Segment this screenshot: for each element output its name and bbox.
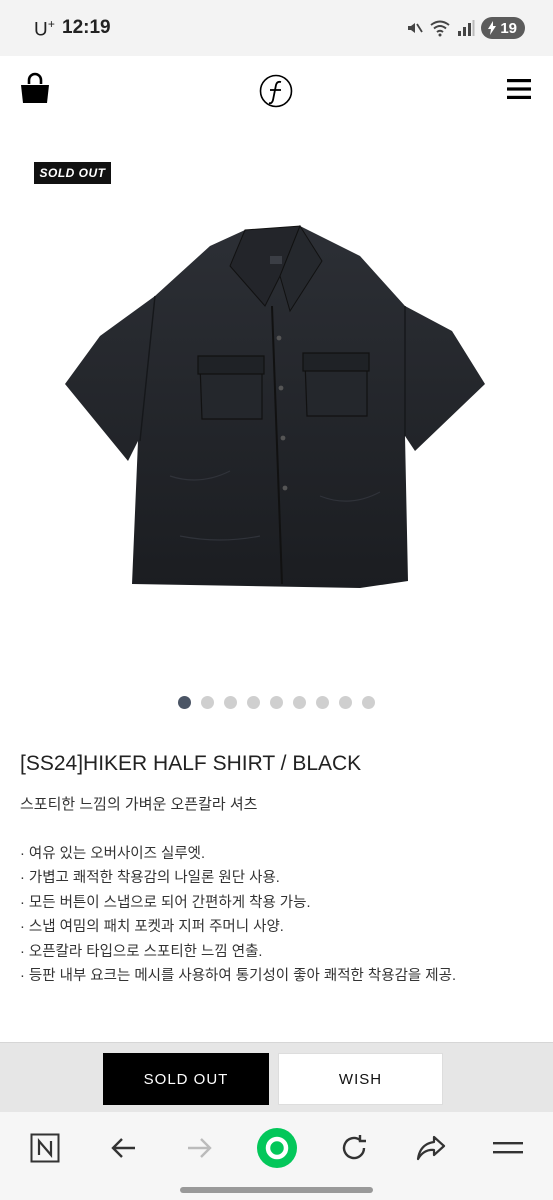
status-bar: U+ 12:19 19 xyxy=(0,0,553,56)
carousel-dot[interactable] xyxy=(224,696,237,709)
carousel-dots xyxy=(0,696,553,710)
feature-item: · 오픈칼라 타입으로 스포티한 느낌 연출. xyxy=(20,943,263,960)
product-shirt-image[interactable] xyxy=(60,216,490,596)
reload-icon[interactable] xyxy=(336,1130,372,1166)
carousel-dot[interactable] xyxy=(316,696,329,709)
share-icon[interactable] xyxy=(413,1130,449,1166)
carousel-dot[interactable] xyxy=(270,696,283,709)
site-header xyxy=(0,56,553,126)
brand-logo-icon[interactable] xyxy=(259,74,293,108)
product-image-carousel[interactable]: SOLD OUT xyxy=(0,126,553,686)
purchase-action-bar: SOLD OUT WISH xyxy=(0,1042,553,1112)
shopping-bag-icon[interactable] xyxy=(20,72,50,104)
feature-item: · 스냅 여밈의 패치 포켓과 지퍼 주머니 사양. xyxy=(20,919,284,936)
feature-item: · 모든 버튼이 스냅으로 되어 간편하게 착용 가능. xyxy=(20,894,311,911)
browser-menu-icon[interactable] xyxy=(490,1130,526,1166)
carrier-label: U+ xyxy=(34,17,56,41)
mute-icon xyxy=(408,23,424,33)
status-icons: 19 xyxy=(405,16,525,40)
carousel-dot[interactable] xyxy=(201,696,214,709)
forward-arrow-icon[interactable] xyxy=(182,1130,218,1166)
wish-button[interactable]: WISH xyxy=(278,1053,443,1105)
carousel-dot[interactable] xyxy=(247,696,260,709)
wifi-icon xyxy=(430,20,450,37)
hamburger-menu-icon[interactable] xyxy=(507,78,531,100)
battery-indicator: 19 xyxy=(481,17,525,39)
feature-item: · 등판 내부 요크는 메시를 사용하여 통기성이 좋아 쾌적한 착용감을 제공… xyxy=(20,967,457,984)
product-title: [SS24]HIKER HALF SHIRT / BLACK xyxy=(20,752,362,775)
sold-out-badge: SOLD OUT xyxy=(34,162,111,184)
product-subtitle: 스포티한 느낌의 가벼운 오픈칼라 셔츠 xyxy=(20,796,258,813)
back-arrow-icon[interactable] xyxy=(105,1130,141,1166)
feature-item: · 여유 있는 오버사이즈 실루엣. xyxy=(20,846,206,862)
carousel-dot[interactable] xyxy=(178,696,191,709)
carousel-dot[interactable] xyxy=(339,696,352,709)
sold-out-button[interactable]: SOLD OUT xyxy=(103,1053,269,1105)
green-home-icon[interactable] xyxy=(256,1127,298,1169)
home-indicator[interactable] xyxy=(180,1187,373,1193)
charging-bolt-icon xyxy=(488,21,497,35)
feature-item: · 가볍고 쾌적한 착용감의 나일론 원단 사용. xyxy=(20,870,280,887)
carousel-dot[interactable] xyxy=(293,696,306,709)
clock: 12:19 xyxy=(62,17,111,38)
product-feature-list: · 여유 있는 오버사이즈 실루엣. · 가볍고 쾌적한 착용감의 나일론 원단… xyxy=(20,842,456,988)
naver-n-icon[interactable] xyxy=(27,1130,63,1166)
carousel-dot[interactable] xyxy=(362,696,375,709)
signal-icon xyxy=(458,20,475,36)
